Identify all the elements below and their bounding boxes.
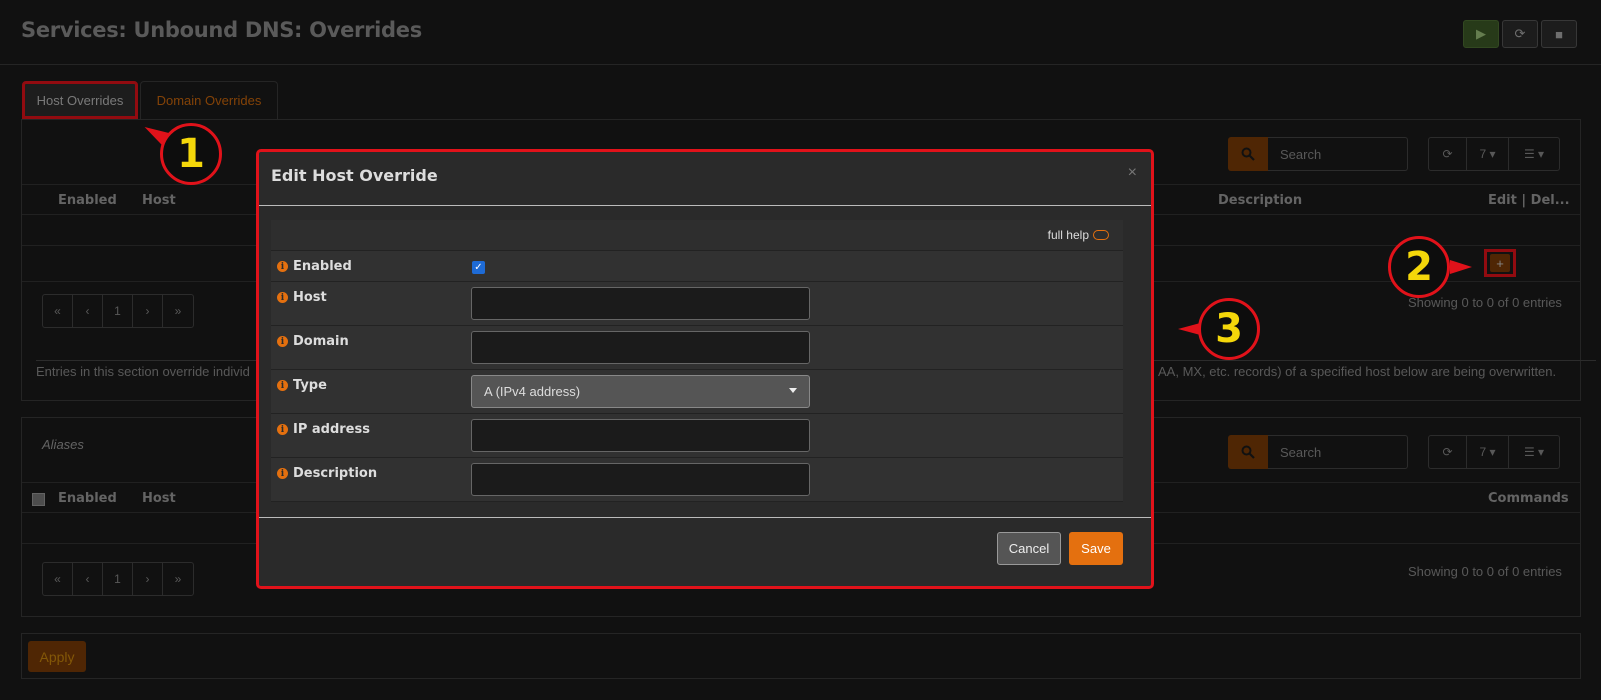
label-host: Host	[293, 290, 327, 305]
row-ip: i IP address	[271, 414, 1123, 458]
callout-3: 3	[1198, 298, 1260, 360]
label-domain: Domain	[293, 334, 349, 349]
callout-pointer	[1450, 260, 1472, 274]
info-icon[interactable]: i	[277, 336, 288, 347]
domain-input[interactable]	[471, 331, 810, 364]
type-select[interactable]: A (IPv4 address)	[471, 375, 810, 408]
help-row: full help	[271, 220, 1123, 251]
row-enabled: i Enabled ✓	[271, 251, 1123, 282]
close-icon[interactable]: ×	[1128, 164, 1137, 182]
ip-input[interactable]	[471, 419, 810, 452]
cancel-button[interactable]: Cancel	[997, 532, 1061, 565]
callout-2: 2	[1388, 236, 1450, 298]
label-type: Type	[293, 378, 327, 393]
info-icon[interactable]: i	[277, 292, 288, 303]
row-type: i Type A (IPv4 address)	[271, 370, 1123, 414]
label-description: Description	[293, 466, 378, 481]
caret-down-icon	[789, 388, 797, 393]
info-icon[interactable]: i	[277, 380, 288, 391]
info-icon[interactable]: i	[277, 468, 288, 479]
info-icon[interactable]: i	[277, 261, 288, 272]
row-domain: i Domain	[271, 326, 1123, 370]
save-button[interactable]: Save	[1069, 532, 1123, 565]
description-input[interactable]	[471, 463, 810, 496]
host-input[interactable]	[471, 287, 810, 320]
callout-1: 1	[160, 123, 222, 185]
edit-host-override-dialog: Edit Host Override × full help i Enabled …	[256, 149, 1154, 589]
label-ip: IP address	[293, 422, 370, 437]
row-host: i Host	[271, 282, 1123, 326]
toggle-icon	[1093, 230, 1109, 240]
info-icon[interactable]: i	[277, 424, 288, 435]
dialog-title: Edit Host Override	[271, 166, 438, 185]
row-description: i Description	[271, 458, 1123, 502]
enabled-checkbox[interactable]: ✓	[472, 261, 485, 274]
label-enabled: Enabled	[293, 259, 352, 274]
full-help-toggle[interactable]: full help	[1048, 228, 1109, 242]
